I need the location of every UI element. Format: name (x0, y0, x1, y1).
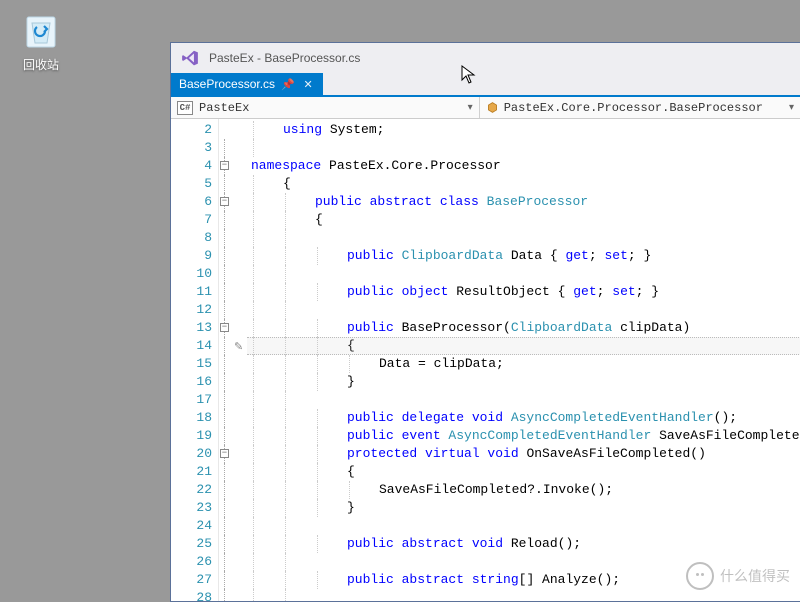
fold-toggle[interactable]: − (220, 449, 229, 458)
nav-project-dropdown[interactable]: C# PasteEx ▾ (171, 97, 480, 118)
outline-gutter: − − − − (219, 119, 233, 601)
recycle-bin[interactable]: 回收站 (6, 6, 76, 73)
line-number-gutter: 2345678910111213141516171819202122232425… (171, 119, 219, 601)
edit-marker-icon: ✎ (234, 340, 243, 354)
fold-toggle[interactable]: − (220, 197, 229, 206)
titlebar[interactable]: PasteEx - BaseProcessor.cs (171, 43, 800, 73)
chevron-down-icon: ▾ (789, 102, 794, 114)
nav-type-dropdown[interactable]: PasteEx.Core.Processor.BaseProcessor ▾ (480, 97, 800, 118)
code-editor[interactable]: 2345678910111213141516171819202122232425… (171, 119, 800, 601)
tab-baseprocessor[interactable]: BaseProcessor.cs 📌 ✕ (171, 73, 323, 95)
marker-gutter: ✎ (233, 119, 247, 601)
fold-toggle[interactable]: − (220, 323, 229, 332)
tab-label: BaseProcessor.cs (179, 77, 275, 91)
csharp-badge-icon: C# (177, 101, 193, 115)
vs-logo-icon (179, 47, 201, 69)
close-icon[interactable]: ✕ (301, 77, 315, 91)
vs-window: PasteEx - BaseProcessor.cs BaseProcessor… (170, 42, 800, 602)
nav-project-label: PasteEx (199, 101, 464, 115)
window-title: PasteEx - BaseProcessor.cs (209, 51, 360, 65)
nav-bar: C# PasteEx ▾ PasteEx.Core.Processor.Base… (171, 97, 800, 119)
recycle-bin-icon (17, 6, 65, 54)
class-icon (486, 101, 500, 115)
chevron-down-icon: ▾ (468, 102, 473, 114)
pin-icon[interactable]: 📌 (281, 77, 295, 91)
fold-toggle[interactable]: − (220, 161, 229, 170)
nav-type-label: PasteEx.Core.Processor.BaseProcessor (504, 101, 785, 115)
recycle-bin-label: 回收站 (6, 56, 76, 73)
tab-strip: BaseProcessor.cs 📌 ✕ (171, 73, 800, 97)
code-area[interactable]: using System;namespace PasteEx.Core.Proc… (247, 119, 800, 601)
